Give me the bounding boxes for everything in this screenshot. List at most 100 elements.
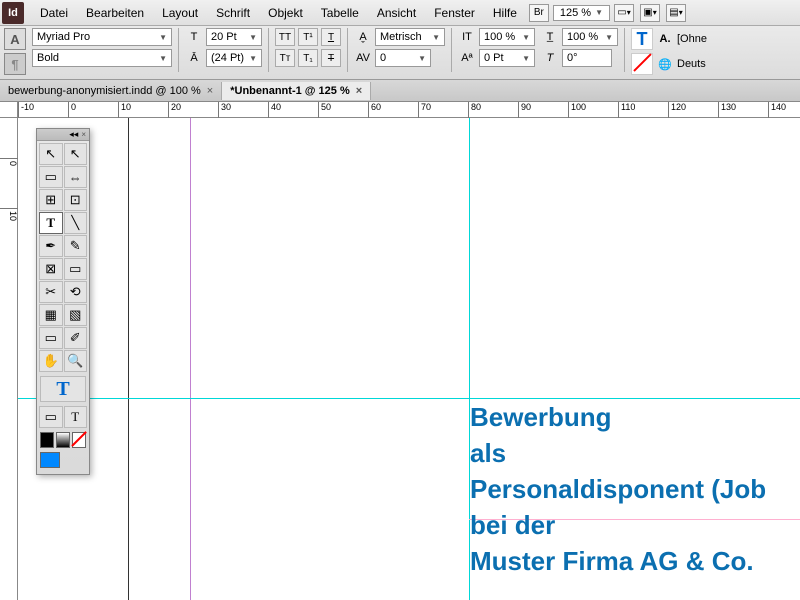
zoom-level[interactable]: 125 %▼ [553,5,610,21]
tools-panel[interactable]: ◂◂× ↖ ↖ ▭ ⇔ ⊞ ⊡ T ╲ ✒ ✎ ⊠ ▭ ✂ ⟲ ▦ ▧ ▭ ✐ … [36,128,90,475]
page-tool-icon[interactable]: ▭ [39,166,63,188]
free-transform-tool-icon[interactable]: ⟲ [64,281,88,303]
strikethrough-icon[interactable]: T [321,49,341,67]
document-canvas[interactable]: Bewerbung als Personaldisponent (Job bei… [18,118,800,600]
font-size-value: 20 Pt [211,31,237,43]
panel-header[interactable]: ◂◂× [37,129,89,141]
bridge-icon[interactable]: Br [529,4,549,22]
allcaps-icon[interactable]: TT [275,28,295,46]
kerning-icon: A̬ [354,28,372,46]
apply-gradient-icon[interactable] [56,432,70,448]
hscale-field[interactable]: 100 %▼ [562,28,618,46]
menu-schrift[interactable]: Schrift [208,2,258,24]
screen-mode-icon[interactable]: ▣▾ [640,4,660,22]
text-line: als [470,435,766,471]
content-placer-icon[interactable]: ⊡ [64,189,88,211]
tracking-value: 0 [380,52,386,64]
gap-tool-icon[interactable]: ⇔ [64,166,88,188]
format-text-icon[interactable]: T [64,406,88,428]
font-family-select[interactable]: Myriad Pro▼ [32,28,172,46]
font-family-value: Myriad Pro [37,31,90,43]
fill-text-icon[interactable]: T [631,28,653,50]
font-size-field[interactable]: 20 Pt▼ [206,28,262,46]
tab-label: *Unbenannt-1 @ 125 % [230,85,350,97]
paragraph-mode-icon[interactable]: ¶ [4,53,26,75]
document-tabs: bewerbung-anonymisiert.indd @ 100 % × *Un… [0,80,800,102]
horizontal-ruler[interactable]: -100102030405060708090100110120130140 [18,102,800,118]
rectangle-frame-tool-icon[interactable]: ⊠ [39,258,63,280]
menu-hilfe[interactable]: Hilfe [485,2,525,24]
tracking-icon: AV [354,49,372,67]
apply-none-icon[interactable] [72,432,86,448]
menu-bar: Id Datei Bearbeiten Layout Schrift Objek… [0,0,800,26]
menu-tabelle[interactable]: Tabelle [313,2,367,24]
skew-field[interactable]: 0° [562,49,612,67]
char-style-label: [Ohne [677,33,707,45]
leading-icon: Ā [185,49,203,67]
rectangle-tool-icon[interactable]: ▭ [64,258,88,280]
char-style-icon: A. [656,30,674,48]
document-text-frame[interactable]: Bewerbung als Personaldisponent (Job bei… [470,399,766,579]
zoom-value: 125 % [560,7,591,19]
close-icon[interactable]: × [207,85,213,97]
tab-bewerbung[interactable]: bewerbung-anonymisiert.indd @ 100 % × [0,82,222,100]
smallcaps-icon[interactable]: Tᴛ [275,49,295,67]
vscale-value: 100 % [484,31,515,43]
ruler-origin[interactable] [0,102,18,118]
menu-fenster[interactable]: Fenster [426,2,483,24]
superscript-icon[interactable]: T¹ [298,28,318,46]
eyedropper-tool-icon[interactable]: ✐ [64,327,88,349]
menu-datei[interactable]: Datei [32,2,76,24]
baseline-icon: Aª [458,49,476,67]
text-line: Muster Firma AG & Co. [470,543,766,579]
vscale-icon: IT [458,28,476,46]
text-line: bei der [470,507,766,543]
stroke-none-icon[interactable] [631,53,653,75]
gradient-feather-tool-icon[interactable]: ▧ [64,304,88,326]
kerning-field[interactable]: Metrisch▼ [375,28,445,46]
hscale-value: 100 % [567,31,598,43]
apply-color-icon[interactable] [40,432,54,448]
vertical-ruler[interactable]: 010 [0,118,18,600]
selection-tool-icon[interactable]: ↖ [39,143,63,165]
skew-value: 0° [567,52,578,64]
scissors-tool-icon[interactable]: ✂ [39,281,63,303]
tab-unbenannt[interactable]: *Unbenannt-1 @ 125 % × [222,82,371,100]
menu-layout[interactable]: Layout [154,2,206,24]
text-line: Bewerbung [470,399,766,435]
fill-stroke-icon[interactable]: T [40,376,86,402]
tab-label: bewerbung-anonymisiert.indd @ 100 % [8,85,201,97]
collapse-icon[interactable]: ◂◂ [69,129,78,140]
character-mode-icon[interactable]: A [4,28,26,50]
underline-icon[interactable]: T [321,28,341,46]
font-size-icon: T [185,28,203,46]
arrange-icon[interactable]: ▤▾ [666,4,686,22]
skew-icon: T [541,49,559,67]
menu-ansicht[interactable]: Ansicht [369,2,424,24]
note-tool-icon[interactable]: ▭ [39,327,63,349]
view-mode-normal-icon[interactable] [40,452,60,468]
hscale-icon: T̲ [541,28,559,46]
content-collector-icon[interactable]: ⊞ [39,189,63,211]
type-tool-icon[interactable]: T [39,212,63,234]
direct-selection-tool-icon[interactable]: ↖ [64,143,88,165]
line-tool-icon[interactable]: ╲ [64,212,88,234]
view-mode-icon[interactable]: ▭▾ [614,4,634,22]
font-style-select[interactable]: Bold▼ [32,49,172,67]
menu-bearbeiten[interactable]: Bearbeiten [78,2,152,24]
vscale-field[interactable]: 100 %▼ [479,28,535,46]
hand-tool-icon[interactable]: ✋ [39,350,63,372]
leading-field[interactable]: (24 Pt)▼ [206,49,262,67]
format-container-icon[interactable]: ▭ [39,406,63,428]
pen-tool-icon[interactable]: ✒ [39,235,63,257]
subscript-icon[interactable]: T₁ [298,49,318,67]
zoom-tool-icon[interactable]: 🔍 [64,350,88,372]
close-icon[interactable]: × [356,85,362,97]
baseline-field[interactable]: 0 Pt▼ [479,49,535,67]
tracking-field[interactable]: 0▼ [375,49,431,67]
gradient-swatch-tool-icon[interactable]: ▦ [39,304,63,326]
kerning-value: Metrisch [380,31,422,43]
pencil-tool-icon[interactable]: ✎ [64,235,88,257]
font-style-value: Bold [37,52,59,64]
menu-objekt[interactable]: Objekt [260,2,311,24]
